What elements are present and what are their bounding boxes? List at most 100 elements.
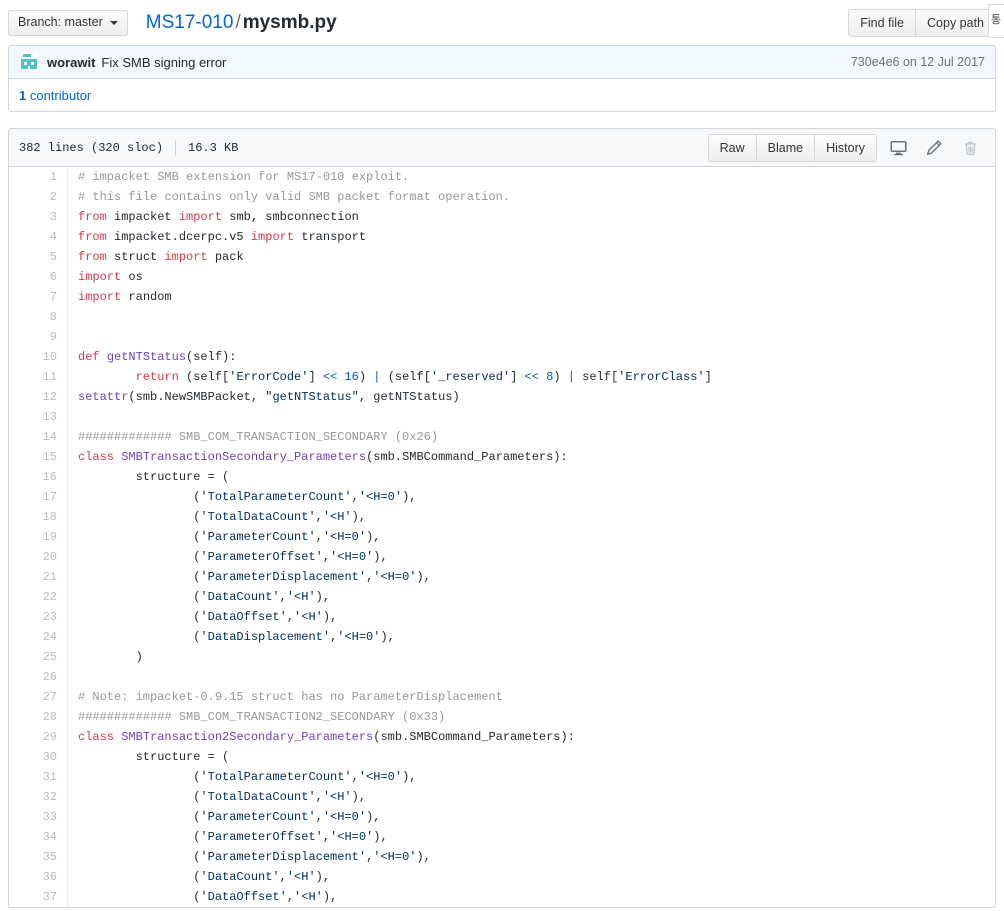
line-content[interactable]: # impacket SMB extension for MS17-010 ex… <box>68 167 996 187</box>
line-content[interactable]: class SMBTransaction2Secondary_Parameter… <box>68 727 996 747</box>
line-number[interactable]: 32 <box>9 787 68 807</box>
avatar[interactable] <box>19 52 39 72</box>
line-number[interactable]: 11 <box>9 367 68 387</box>
code-line: 15 class SMBTransactionSecondary_Paramete… <box>9 447 995 467</box>
line-content[interactable]: structure = ( <box>68 747 996 767</box>
line-number[interactable]: 24 <box>9 627 68 647</box>
line-number[interactable]: 27 <box>9 687 68 707</box>
line-number[interactable]: 6 <box>9 267 68 287</box>
code-token: smb, smbconnection <box>222 210 359 224</box>
line-number[interactable]: 33 <box>9 807 68 827</box>
code-token: ( <box>78 830 201 844</box>
line-content[interactable]: # Note: impacket-0.9.15 struct has no Pa… <box>68 687 996 707</box>
line-number[interactable]: 3 <box>9 207 68 227</box>
line-content[interactable]: ############# SMB_COM_TRANSACTION_SECOND… <box>68 427 996 447</box>
line-content[interactable]: ('ParameterCount','<H=0'), <box>68 527 996 547</box>
line-number[interactable]: 29 <box>9 727 68 747</box>
line-number[interactable]: 7 <box>9 287 68 307</box>
line-number[interactable]: 34 <box>9 827 68 847</box>
commit-message[interactable]: Fix SMB signing error <box>101 55 226 70</box>
history-button[interactable]: History <box>814 134 876 161</box>
line-number[interactable]: 20 <box>9 547 68 567</box>
commit-sha-and-date[interactable]: 730e4e6 on 12 Jul 2017 <box>851 55 985 69</box>
line-content[interactable]: ############# SMB_COM_TRANSACTION2_SECON… <box>68 707 996 727</box>
line-number[interactable]: 18 <box>9 507 68 527</box>
line-number[interactable]: 35 <box>9 847 68 867</box>
copy-path-button[interactable]: Copy path <box>915 9 995 36</box>
line-number[interactable]: 17 <box>9 487 68 507</box>
line-number[interactable]: 28 <box>9 707 68 727</box>
blame-button[interactable]: Blame <box>755 134 815 161</box>
line-content[interactable]: # this file contains only valid SMB pack… <box>68 187 996 207</box>
line-number[interactable]: 30 <box>9 747 68 767</box>
line-number[interactable]: 14 <box>9 427 68 447</box>
line-number[interactable]: 25 <box>9 647 68 667</box>
line-content[interactable] <box>68 407 996 427</box>
line-number[interactable]: 13 <box>9 407 68 427</box>
line-content[interactable]: ('TotalDataCount','<H'), <box>68 787 996 807</box>
line-content[interactable]: ('DataDisplacement','<H=0'), <box>68 627 996 647</box>
line-content[interactable]: ('DataOffset','<H'), <box>68 887 996 907</box>
line-content[interactable]: from struct import pack <box>68 247 996 267</box>
line-number[interactable]: 19 <box>9 527 68 547</box>
find-file-button[interactable]: Find file <box>849 9 916 36</box>
line-number[interactable]: 1 <box>9 167 68 187</box>
line-content[interactable]: ('DataCount','<H'), <box>68 587 996 607</box>
line-number[interactable]: 26 <box>9 667 68 687</box>
line-number[interactable]: 5 <box>9 247 68 267</box>
line-content[interactable]: setattr(smb.NewSMBPacket, "getNTStatus",… <box>68 387 996 407</box>
line-content[interactable]: structure = ( <box>68 467 996 487</box>
line-content[interactable] <box>68 307 996 327</box>
line-content[interactable]: ('ParameterCount','<H=0'), <box>68 807 996 827</box>
line-content[interactable]: ('ParameterOffset','<H=0'), <box>68 547 996 567</box>
line-number[interactable]: 12 <box>9 387 68 407</box>
line-content[interactable]: ('TotalParameterCount','<H=0'), <box>68 487 996 507</box>
edit-file-button[interactable] <box>919 135 949 161</box>
branch-selector-button[interactable]: Branch: master <box>8 9 128 36</box>
line-number[interactable]: 10 <box>9 347 68 367</box>
line-number[interactable]: 31 <box>9 767 68 787</box>
line-number[interactable]: 23 <box>9 607 68 627</box>
line-content[interactable]: ('TotalDataCount','<H'), <box>68 507 996 527</box>
code-line: 16 structure = ( <box>9 467 995 487</box>
line-content[interactable]: return (self['ErrorCode'] << 16) | (self… <box>68 367 996 387</box>
line-number[interactable]: 21 <box>9 567 68 587</box>
breadcrumb-repo-link[interactable]: MS17-010 <box>146 12 234 33</box>
line-number[interactable]: 9 <box>9 327 68 347</box>
line-content[interactable]: class SMBTransactionSecondary_Parameters… <box>68 447 996 467</box>
line-content[interactable]: import os <box>68 267 996 287</box>
line-number[interactable]: 15 <box>9 447 68 467</box>
line-number[interactable]: 37 <box>9 887 68 907</box>
raw-button[interactable]: Raw <box>708 134 756 161</box>
line-content[interactable]: ) <box>68 647 996 667</box>
open-in-desktop-button[interactable] <box>883 135 913 161</box>
line-number[interactable]: 8 <box>9 307 68 327</box>
line-number[interactable]: 4 <box>9 227 68 247</box>
code-token: ), <box>351 510 367 524</box>
code-token: from <box>78 250 107 264</box>
contributors-link[interactable]: 1 contributor <box>19 88 91 103</box>
line-content[interactable]: from impacket.dcerpc.v5 import transport <box>68 227 996 247</box>
line-content[interactable]: import random <box>68 287 996 307</box>
line-content[interactable]: ('DataOffset','<H'), <box>68 607 996 627</box>
line-content[interactable]: from impacket import smb, smbconnection <box>68 207 996 227</box>
line-content[interactable]: ('DataCount','<H'), <box>68 867 996 887</box>
line-content[interactable]: ('ParameterDisplacement','<H=0'), <box>68 567 996 587</box>
code-token: , getNTStatus) <box>358 390 460 404</box>
line-content[interactable] <box>68 327 996 347</box>
line-content[interactable]: ('ParameterDisplacement','<H=0'), <box>68 847 996 867</box>
line-content[interactable]: ('ParameterOffset','<H=0'), <box>68 827 996 847</box>
line-number[interactable]: 2 <box>9 187 68 207</box>
delete-file-button[interactable] <box>955 135 985 161</box>
contributors-bar: 1 contributor <box>8 79 996 112</box>
line-number[interactable]: 22 <box>9 587 68 607</box>
commit-author[interactable]: worawit <box>47 55 95 70</box>
code-line: 37 ('DataOffset','<H'), <box>9 887 995 907</box>
clipped-overlay-widget[interactable]: 통 <box>988 4 1004 38</box>
line-content[interactable]: def getNTStatus(self): <box>68 347 996 367</box>
line-content[interactable]: ('TotalParameterCount','<H=0'), <box>68 767 996 787</box>
line-number[interactable]: 36 <box>9 867 68 887</box>
line-number[interactable]: 16 <box>9 467 68 487</box>
line-content[interactable] <box>68 667 996 687</box>
